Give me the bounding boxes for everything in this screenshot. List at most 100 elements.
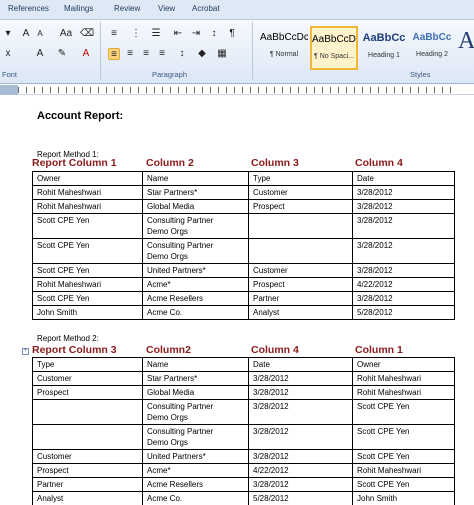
table-cell[interactable]: 5/28/2012: [248, 491, 353, 505]
table-cell[interactable]: Customer: [248, 263, 353, 278]
table-cell[interactable]: [32, 424, 143, 450]
table-cell[interactable]: Name: [142, 171, 249, 186]
decrease-indent-icon[interactable]: ⇤: [172, 28, 184, 40]
table-cell[interactable]: Consulting Partner Demo Orgs: [142, 238, 249, 264]
align-left-icon[interactable]: ≡: [108, 48, 120, 60]
table-cell[interactable]: 3/28/2012: [248, 449, 353, 464]
sort-icon[interactable]: ↕: [208, 28, 220, 40]
table-cell[interactable]: Acme Resellers: [142, 477, 249, 492]
font-color-icon[interactable]: A: [80, 48, 92, 60]
table-cell[interactable]: Rohit Maheshwari: [352, 385, 455, 400]
style-title-sample[interactable]: A: [458, 28, 474, 55]
table-cell[interactable]: Scott CPE Yen: [32, 213, 143, 239]
table-cell[interactable]: United Partners*: [142, 449, 249, 464]
strikethrough-icon[interactable]: x: [2, 48, 14, 60]
table-cell[interactable]: Prospect: [32, 385, 143, 400]
table-cell[interactable]: [32, 399, 143, 425]
style-normal[interactable]: AaBbCcDc ¶ Normal: [260, 26, 308, 70]
table-cell[interactable]: Rohit Maheshwari: [32, 277, 143, 292]
table-cell[interactable]: Scott CPE Yen: [32, 238, 143, 264]
table-cell[interactable]: Acme Co.: [142, 491, 249, 505]
table-cell[interactable]: 3/28/2012: [248, 399, 353, 425]
tab-acrobat[interactable]: Acrobat: [192, 4, 220, 13]
table-cell[interactable]: Rohit Maheshwari: [352, 371, 455, 386]
table-cell[interactable]: 3/28/2012: [248, 385, 353, 400]
table-cell[interactable]: Global Media: [142, 385, 249, 400]
table-cell[interactable]: Analyst: [248, 305, 353, 320]
table-cell[interactable]: Customer: [32, 371, 143, 386]
table-cell[interactable]: Rohit Maheshwari: [32, 199, 143, 214]
table-cell[interactable]: [248, 238, 353, 264]
table-cell[interactable]: Date: [352, 171, 455, 186]
table-cell[interactable]: Star Partners*: [142, 371, 249, 386]
font-size-icon[interactable]: ▾: [2, 28, 14, 40]
table-cell[interactable]: United Partners*: [142, 263, 249, 278]
table-cell[interactable]: 3/28/2012: [352, 213, 455, 239]
style-heading-2[interactable]: AaBbCc Heading 2: [408, 26, 456, 70]
table-cell[interactable]: Partner: [32, 477, 143, 492]
table-cell[interactable]: 3/28/2012: [248, 371, 353, 386]
table-cell[interactable]: Owner: [352, 357, 455, 372]
tab-review[interactable]: Review: [114, 4, 140, 13]
table-cell[interactable]: Rohit Maheshwari: [32, 185, 143, 200]
table-cell[interactable]: 3/28/2012: [352, 185, 455, 200]
table-cell[interactable]: 5/28/2012: [352, 305, 455, 320]
table-cell[interactable]: Prospect: [32, 463, 143, 478]
table-cell[interactable]: 3/28/2012: [352, 199, 455, 214]
horizontal-ruler[interactable]: [0, 85, 474, 95]
table-cell[interactable]: Acme Co.: [142, 305, 249, 320]
table-cell[interactable]: 3/28/2012: [352, 263, 455, 278]
table-cell[interactable]: Star Partners*: [142, 185, 249, 200]
pilcrow-icon[interactable]: ¶: [226, 28, 238, 40]
table-cell[interactable]: Global Media: [142, 199, 249, 214]
table-cell[interactable]: Type: [248, 171, 353, 186]
table-cell[interactable]: Date: [248, 357, 353, 372]
table-cell[interactable]: Acme*: [142, 463, 249, 478]
table-cell[interactable]: Scott CPE Yen: [32, 291, 143, 306]
table-move-handle-icon[interactable]: +: [22, 348, 29, 355]
table-cell[interactable]: Consulting Partner Demo Orgs: [142, 399, 249, 425]
style-no-spacing[interactable]: AaBbCcDc ¶ No Spaci...: [310, 26, 358, 70]
table-cell[interactable]: Customer: [32, 449, 143, 464]
table-cell[interactable]: 3/28/2012: [352, 291, 455, 306]
table-cell[interactable]: Scott CPE Yen: [352, 449, 455, 464]
table-cell[interactable]: John Smith: [352, 491, 455, 505]
borders-icon[interactable]: ▦: [216, 48, 228, 60]
table-cell[interactable]: [248, 213, 353, 239]
grow-font-icon[interactable]: A: [20, 28, 32, 40]
tab-view[interactable]: View: [158, 4, 175, 13]
shading-icon[interactable]: ◆: [196, 48, 208, 60]
line-spacing-icon[interactable]: ↕: [176, 48, 188, 60]
numbering-icon[interactable]: ⋮: [130, 28, 142, 40]
table-cell[interactable]: Name: [142, 357, 249, 372]
table-cell[interactable]: Acme*: [142, 277, 249, 292]
table-cell[interactable]: 3/28/2012: [248, 477, 353, 492]
change-case-icon[interactable]: Aa: [58, 28, 74, 40]
justify-icon[interactable]: ≡: [156, 48, 168, 60]
bullets-icon[interactable]: ≡: [108, 28, 120, 40]
table-cell[interactable]: Customer: [248, 185, 353, 200]
clear-formatting-icon[interactable]: ⌫: [80, 28, 94, 40]
shrink-font-icon[interactable]: A: [34, 28, 46, 40]
tab-references[interactable]: References: [8, 4, 49, 13]
table-cell[interactable]: 3/28/2012: [352, 238, 455, 264]
table-cell[interactable]: Scott CPE Yen: [352, 399, 455, 425]
table-cell[interactable]: Scott CPE Yen: [352, 477, 455, 492]
table-cell[interactable]: 4/22/2012: [352, 277, 455, 292]
table-cell[interactable]: Prospect: [248, 277, 353, 292]
table-cell[interactable]: 4/22/2012: [248, 463, 353, 478]
multilevel-list-icon[interactable]: ☰: [150, 28, 162, 40]
table-cell[interactable]: Rohit Maheshwari: [352, 463, 455, 478]
table-cell[interactable]: Analyst: [32, 491, 143, 505]
style-heading-1[interactable]: AaBbCc Heading 1: [360, 26, 408, 70]
table-cell[interactable]: Prospect: [248, 199, 353, 214]
text-effects-icon[interactable]: A: [34, 48, 46, 60]
table-cell[interactable]: Acme Resellers: [142, 291, 249, 306]
table-cell[interactable]: Scott CPE Yen: [352, 424, 455, 450]
increase-indent-icon[interactable]: ⇥: [190, 28, 202, 40]
table-cell[interactable]: Type: [32, 357, 143, 372]
table-cell[interactable]: Scott CPE Yen: [32, 263, 143, 278]
table-cell[interactable]: 3/28/2012: [248, 424, 353, 450]
table-cell[interactable]: Owner: [32, 171, 143, 186]
table-cell[interactable]: John Smith: [32, 305, 143, 320]
